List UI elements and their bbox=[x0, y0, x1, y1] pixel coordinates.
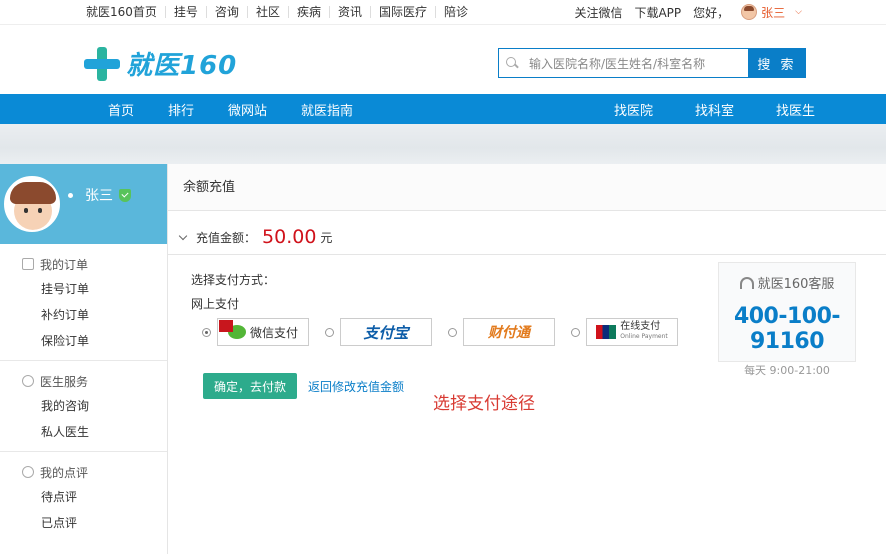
sidebar-item-insurance-orders[interactable]: 保险订单 bbox=[0, 328, 167, 354]
search-bar: 输入医院名称/医生姓名/科室名称 搜 索 bbox=[498, 48, 806, 78]
site-logo[interactable]: 就医160 bbox=[84, 45, 237, 82]
chat-icon bbox=[22, 375, 34, 387]
search-icon bbox=[505, 56, 519, 70]
wechat-pay-label: 微信支付 bbox=[249, 325, 298, 340]
verified-shield-icon bbox=[119, 188, 131, 202]
sidebar-group-reviews: 我的点评 待点评 已点评 bbox=[0, 452, 167, 542]
action-row: 确定，去付款 返回修改充值金额 bbox=[203, 373, 404, 399]
top-link-intl[interactable]: 国际医疗 bbox=[369, 6, 435, 18]
online-pay-label: 网上支付 bbox=[191, 297, 240, 311]
nav-home[interactable]: 首页 bbox=[108, 100, 134, 119]
sidebar-item-supplement-orders[interactable]: 补约订单 bbox=[0, 302, 167, 328]
tenpay-logo[interactable]: 财付通 bbox=[463, 318, 555, 346]
user-menu[interactable]: 张三 ⌵ bbox=[741, 4, 802, 21]
divider bbox=[168, 254, 886, 255]
top-link-community[interactable]: 社区 bbox=[246, 6, 288, 18]
radio-button[interactable] bbox=[571, 327, 580, 337]
top-link-escort[interactable]: 陪诊 bbox=[435, 6, 476, 18]
service-hours: 每天 9:00-21:00 bbox=[744, 364, 830, 377]
sidebar: 张三 我的订单 挂号订单 补约订单 保险订单 医生服务 我的咨询 私人医生 我的… bbox=[0, 164, 168, 554]
nav-find-department[interactable]: 找科室 bbox=[695, 100, 734, 119]
profile-card: 张三 bbox=[0, 164, 167, 244]
radio-button[interactable] bbox=[202, 327, 211, 337]
unionpay-sub-label: Online Payment bbox=[620, 333, 668, 340]
unionpay-icon bbox=[596, 325, 617, 339]
unionpay-label: 在线支付 bbox=[620, 321, 661, 332]
nav-find-doctor[interactable]: 找医生 bbox=[776, 100, 815, 119]
tenpay-label: 财付通 bbox=[488, 325, 530, 341]
pay-options: 微信支付 支付宝 财付通 在线支付 Online Payment bbox=[202, 318, 678, 346]
back-edit-amount-link[interactable]: 返回修改充值金额 bbox=[308, 378, 404, 395]
download-app-link[interactable]: 下载APP bbox=[634, 4, 681, 21]
top-link-disease[interactable]: 疾病 bbox=[287, 6, 329, 18]
sidebar-item-register-orders[interactable]: 挂号订单 bbox=[0, 276, 167, 302]
alipay-logo[interactable]: 支付宝 bbox=[340, 318, 432, 346]
top-link-home[interactable]: 就医160首页 bbox=[80, 6, 165, 18]
annotation-note: 选择支付途径 bbox=[433, 394, 535, 414]
radio-button[interactable] bbox=[448, 327, 457, 337]
confirm-pay-button[interactable]: 确定，去付款 bbox=[203, 373, 297, 399]
sidebar-group-title: 医生服务 bbox=[40, 374, 89, 389]
nav-guide[interactable]: 就医指南 bbox=[301, 100, 353, 119]
pay-option-wechat[interactable]: 微信支付 bbox=[202, 318, 309, 346]
user-avatar-icon bbox=[741, 4, 758, 20]
radio-button[interactable] bbox=[325, 327, 334, 337]
profile-name: 张三 bbox=[85, 188, 113, 204]
user-name: 张三 bbox=[761, 5, 786, 20]
top-nav: 就医160首页 挂号 咨询 社区 疾病 资讯 国际医疗 陪诊 bbox=[80, 0, 476, 24]
sidebar-group-doctor-service: 医生服务 我的咨询 私人医生 bbox=[0, 361, 167, 452]
top-right: 关注微信 下载APP 您好， 张三 ⌵ bbox=[574, 0, 802, 24]
pay-method-label: 选择支付方式： bbox=[191, 273, 276, 287]
service-title: 就医160客服 bbox=[757, 277, 835, 292]
customer-service-card: 就医160客服 400-100-91160 每天 9:00-21:00 bbox=[718, 262, 856, 377]
sidebar-item-pending-review[interactable]: 待点评 bbox=[0, 484, 167, 510]
logo-cross-icon bbox=[84, 46, 120, 81]
greeting-text: 您好， bbox=[693, 5, 730, 20]
nav-ranking[interactable]: 排行 bbox=[168, 100, 194, 119]
service-phone: 400-100-91160 bbox=[733, 304, 841, 354]
sidebar-item-private-doctor[interactable]: 私人医生 bbox=[0, 419, 167, 445]
headset-icon bbox=[739, 276, 754, 289]
top-link-consult[interactable]: 咨询 bbox=[205, 6, 247, 18]
follow-wechat-link[interactable]: 关注微信 bbox=[574, 4, 622, 21]
search-button[interactable]: 搜 索 bbox=[748, 48, 806, 78]
avatar[interactable] bbox=[4, 176, 60, 232]
chevron-down-icon: ⌵ bbox=[795, 7, 802, 17]
top-link-news[interactable]: 资讯 bbox=[328, 6, 370, 18]
main-nav: 首页 排行 微网站 就医指南 找医院 找科室 找医生 bbox=[0, 94, 886, 124]
main-content: 余额充值 充值金额： 50.00 元 选择支付方式： 网上支付 微信支付 支付宝 bbox=[168, 164, 886, 554]
search-placeholder: 输入医院名称/医生姓名/科室名称 bbox=[529, 56, 706, 71]
sidebar-group-title: 我的点评 bbox=[40, 465, 89, 480]
sidebar-item-reviewed[interactable]: 已点评 bbox=[0, 510, 167, 536]
pay-option-alipay[interactable]: 支付宝 bbox=[325, 318, 432, 346]
unionpay-logo[interactable]: 在线支付 Online Payment bbox=[586, 318, 678, 346]
sidebar-group-orders: 我的订单 挂号订单 补约订单 保险订单 bbox=[0, 244, 167, 361]
amount-unit: 元 bbox=[320, 230, 333, 245]
logo-text: 就医160 bbox=[126, 51, 238, 81]
profile-name-row: 张三 bbox=[68, 185, 131, 205]
page-title: 余额充值 bbox=[168, 164, 886, 211]
nav-microsite[interactable]: 微网站 bbox=[228, 100, 267, 119]
comment-icon bbox=[22, 466, 34, 478]
list-icon bbox=[22, 258, 34, 270]
sidebar-group-title: 我的订单 bbox=[40, 257, 89, 272]
wechat-pay-logo[interactable]: 微信支付 bbox=[217, 318, 309, 346]
nav-find-hospital[interactable]: 找医院 bbox=[614, 100, 653, 119]
search-input[interactable]: 输入医院名称/医生姓名/科室名称 bbox=[498, 48, 748, 78]
pay-option-unionpay[interactable]: 在线支付 Online Payment bbox=[571, 318, 678, 346]
amount-label: 充值金额： bbox=[196, 230, 257, 245]
alipay-label: 支付宝 bbox=[363, 323, 409, 342]
pay-option-tenpay[interactable]: 财付通 bbox=[448, 318, 555, 346]
chevron-down-icon bbox=[178, 231, 188, 240]
top-link-register[interactable]: 挂号 bbox=[164, 6, 206, 18]
top-bar: 就医160首页 挂号 咨询 社区 疾病 资讯 国际医疗 陪诊 关注微信 下载AP… bbox=[0, 0, 886, 24]
amount-row: 充值金额： 50.00 元 bbox=[178, 226, 333, 248]
amount-value: 50.00 bbox=[262, 226, 317, 248]
banner-strip bbox=[0, 124, 886, 164]
sidebar-item-my-consult[interactable]: 我的咨询 bbox=[0, 393, 167, 419]
header: 就医160 输入医院名称/医生姓名/科室名称 搜 索 bbox=[0, 24, 886, 94]
